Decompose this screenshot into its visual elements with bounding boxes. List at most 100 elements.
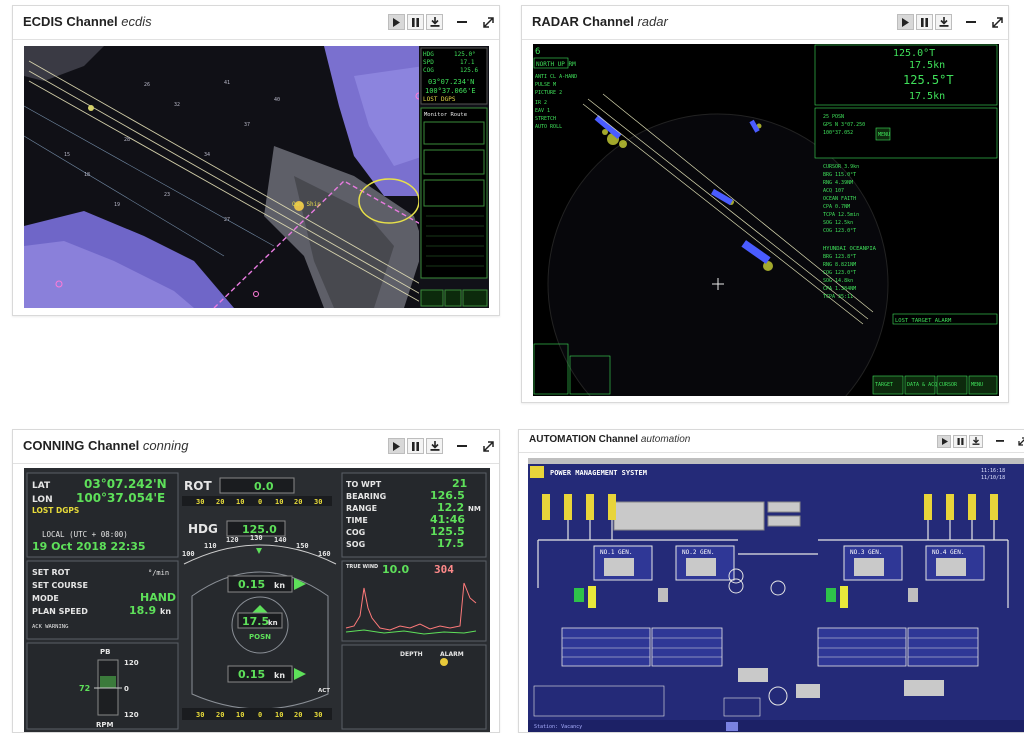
minimize-icon[interactable] xyxy=(453,14,471,30)
radar-controls xyxy=(897,14,1006,30)
pause-icon[interactable] xyxy=(953,434,967,448)
rot-scale-bottom-6: 30 xyxy=(314,711,322,719)
minimize-icon[interactable] xyxy=(993,433,1007,449)
conning-plan-speed-label: PLAN SPEED xyxy=(32,607,88,616)
rot-scale-bottom-2: 10 xyxy=(236,711,244,719)
svg-text:Own Ship: Own Ship xyxy=(292,201,321,208)
conning-depth-label: DEPTH xyxy=(400,651,423,658)
ecdis-spd-label: SPD xyxy=(423,59,434,66)
generator-row: NO.1 GEN. NO.2 GEN. NO.3 GEN. NO.4 GEN. xyxy=(593,545,985,581)
conning-local-time: 19 Oct 2018 22:35 xyxy=(32,540,146,553)
svg-text:15: 15 xyxy=(64,152,70,158)
svg-text:AUTO ROLL: AUTO ROLL xyxy=(535,124,562,130)
pause-icon[interactable] xyxy=(407,438,424,454)
automation-title: POWER MANAGEMENT SYSTEM xyxy=(550,469,647,477)
conning-speed-fwd-unit: kn xyxy=(274,581,285,590)
radar-panel-subtitle: radar xyxy=(637,14,668,29)
pause-icon[interactable] xyxy=(407,14,424,30)
conning-speed-aft-unit: kn xyxy=(274,671,285,680)
download-icon[interactable] xyxy=(969,434,983,448)
download-icon[interactable] xyxy=(935,14,952,30)
conning-alarm-label: ALARM xyxy=(440,651,464,658)
conning-posn-label: POSN xyxy=(249,633,271,641)
conning-pb-scale-mid: 0 xyxy=(124,685,129,693)
radar-cursor-label: CURSOR xyxy=(939,382,958,388)
conning-plan-speed: 18.9 xyxy=(129,604,156,617)
expand-icon[interactable] xyxy=(479,14,497,30)
conning-sog-value: 17.5 xyxy=(437,537,464,550)
play-icon[interactable] xyxy=(388,438,405,454)
hdg-scale-4: 140 xyxy=(274,536,287,544)
conning-rot-label: ROT xyxy=(184,479,212,493)
svg-text:RNG 8.821NM: RNG 8.821NM xyxy=(823,262,856,268)
conning-speed-mid-unit: kn xyxy=(268,619,278,627)
ecdis-chart: Own Ship 26 32 41 28 18 34 37 23 15 40 19 27 HDG… xyxy=(24,46,489,308)
svg-text:PULSE M: PULSE M xyxy=(535,82,556,88)
svg-text:OCEAN FAITH: OCEAN FAITH xyxy=(823,196,856,202)
svg-text:23: 23 xyxy=(164,192,170,198)
conning-controls xyxy=(388,438,497,454)
radar-lost-target: LOST TARGET ALARM xyxy=(895,318,952,324)
ecdis-spd-value: 17.1 xyxy=(460,59,475,66)
ecdis-cog-label: COG xyxy=(423,67,434,74)
gen-1-label: NO.1 GEN. xyxy=(600,549,633,556)
conning-sog-label: SOG xyxy=(346,540,365,549)
hdg-scale-5: 150 xyxy=(296,542,309,550)
conning-speed-fwd: 0.15 xyxy=(238,578,265,591)
svg-text:40: 40 xyxy=(274,97,280,103)
radar-button-row: TARGET DATA & ACQ CURSOR MENU xyxy=(872,375,998,395)
ecdis-screen[interactable]: Own Ship 26 32 41 28 18 34 37 23 15 40 19 27 HDG… xyxy=(24,46,489,308)
svg-text:EAV 1: EAV 1 xyxy=(535,108,550,114)
conning-lat-value: 03°07.242'N xyxy=(84,477,167,491)
hdg-scale-3: 130 xyxy=(250,534,263,542)
download-icon[interactable] xyxy=(426,14,443,30)
expand-icon[interactable] xyxy=(1015,433,1024,449)
conning-time-label: TIME xyxy=(346,516,368,525)
svg-text:CURSOR 3.9kn: CURSOR 3.9kn xyxy=(823,164,859,170)
svg-text:19: 19 xyxy=(114,202,120,208)
svg-text:37: 37 xyxy=(244,122,250,128)
svg-text:SOG 12.5kn: SOG 12.5kn xyxy=(823,220,853,226)
svg-text:BRG 123.8°T: BRG 123.8°T xyxy=(823,254,856,260)
gen-2-label: NO.2 GEN. xyxy=(682,549,715,556)
ecdis-hdg-value: 125.0° xyxy=(454,51,476,58)
conning-range-label: RANGE xyxy=(346,504,377,513)
minimize-icon[interactable] xyxy=(962,14,980,30)
svg-text:18: 18 xyxy=(84,172,90,178)
radar-menu-label: MENU xyxy=(878,132,890,138)
rot-scale-1: 20 xyxy=(216,498,224,506)
conning-screen[interactable]: .lbl{fill:#e6e6e6;font-family:"DejaVu Sa… xyxy=(24,468,490,732)
play-icon[interactable] xyxy=(897,14,914,30)
conning-lon-value: 100°37.054'E xyxy=(76,491,165,505)
automation-footer: Station: Vacancy xyxy=(534,724,582,730)
svg-text:TCPA 35:11: TCPA 35:11 xyxy=(823,294,853,300)
radar-panel: RADAR Channel radar 6 NORTH UP RM ANTI C… xyxy=(521,5,1009,403)
conning-pb-value: 72 xyxy=(79,684,90,693)
automation-panel: AUTOMATION Channel automation POWER MANA… xyxy=(518,429,1024,733)
conning-ack-warning[interactable]: ACK WARNING xyxy=(32,624,68,630)
svg-text:100°37.052: 100°37.052 xyxy=(823,130,853,136)
ecdis-cog-value: 125.6 xyxy=(460,67,478,74)
expand-icon[interactable] xyxy=(988,14,1006,30)
conning-mode-value: HAND xyxy=(140,591,176,604)
svg-text:COG 123.0°T: COG 123.0°T xyxy=(823,228,856,234)
download-icon[interactable] xyxy=(426,438,443,454)
conning-pb-scale-bottom: 120 xyxy=(124,711,139,719)
automation-panel-subtitle: automation xyxy=(640,434,691,445)
play-icon[interactable] xyxy=(937,434,951,448)
rot-scale-3: 0 xyxy=(258,498,262,506)
ecdis-panel-subtitle: ecdis xyxy=(121,14,152,29)
automation-screen[interactable]: POWER MANAGEMENT SYSTEM 11:16:18 11/10/1… xyxy=(528,458,1024,732)
conning-wind-label: TRUE WIND xyxy=(346,564,378,570)
expand-icon[interactable] xyxy=(479,438,497,454)
pause-icon[interactable] xyxy=(916,14,933,30)
play-icon[interactable] xyxy=(388,14,405,30)
svg-text:32: 32 xyxy=(174,102,180,108)
svg-text:PICTURE 2: PICTURE 2 xyxy=(535,90,562,96)
conning-lon-label: LON xyxy=(32,495,53,505)
radar-spd: 17.5kn xyxy=(909,60,945,71)
radar-panel-title: RADAR Channel radar xyxy=(532,14,668,29)
minimize-icon[interactable] xyxy=(453,438,471,454)
ecdis-monitor-title: Monitor Route xyxy=(424,112,467,118)
radar-screen[interactable]: 6 NORTH UP RM ANTI CL A-HAND PULSE M PICTU… xyxy=(533,44,999,396)
